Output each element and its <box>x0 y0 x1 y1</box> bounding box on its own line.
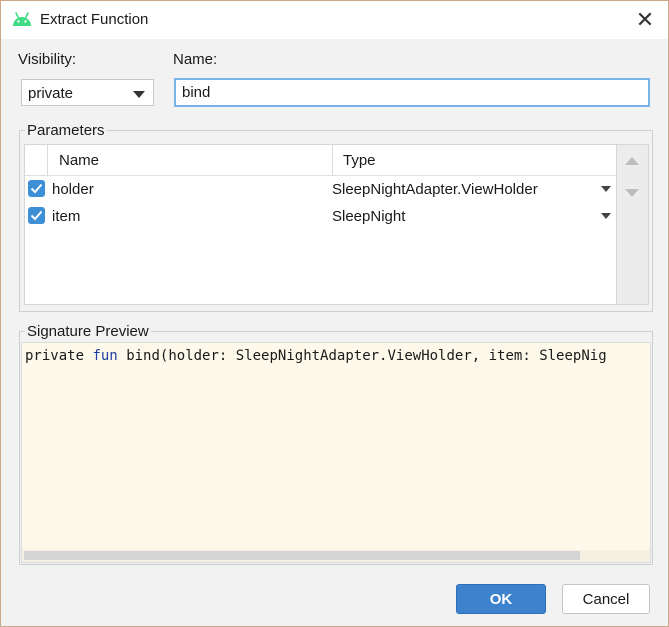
column-separator <box>332 145 333 175</box>
checkmark-icon <box>30 183 43 194</box>
visibility-value: private <box>28 85 74 102</box>
function-name-input[interactable] <box>174 78 650 107</box>
column-header-name[interactable]: Name <box>59 152 99 169</box>
parameter-type[interactable]: SleepNight <box>332 208 405 225</box>
cancel-button[interactable]: Cancel <box>562 584 650 614</box>
android-icon <box>13 12 31 26</box>
extract-function-dialog: Extract Function ✕ Visibility: Name: pri… <box>0 0 669 627</box>
dialog-title: Extract Function <box>40 11 149 28</box>
table-row[interactable]: holder SleepNightAdapter.ViewHolder <box>25 176 616 202</box>
keyword-private: private <box>25 348 85 364</box>
chevron-down-icon[interactable] <box>601 213 611 219</box>
close-button[interactable]: ✕ <box>622 1 668 39</box>
reorder-panel <box>617 144 649 305</box>
name-label: Name: <box>173 51 218 68</box>
checkmark-icon <box>30 210 43 221</box>
parameters-title: Parameters <box>25 122 107 139</box>
chevron-down-icon <box>133 91 145 98</box>
parameters-table[interactable]: Name Type holder SleepNightAdapter.ViewH… <box>24 144 617 305</box>
signature-code: private fun bind(holder: SleepNightAdapt… <box>25 348 607 364</box>
signature-text: bind(holder: SleepNightAdapter.ViewHolde… <box>126 348 607 364</box>
keyword-fun: fun <box>92 348 118 364</box>
table-row[interactable]: item SleepNight <box>25 203 616 229</box>
signature-preview[interactable]: private fun bind(holder: SleepNightAdapt… <box>21 342 651 563</box>
column-separator <box>47 145 48 175</box>
signature-title: Signature Preview <box>25 323 151 340</box>
parameter-name[interactable]: item <box>52 208 80 225</box>
move-up-icon[interactable] <box>625 157 639 165</box>
title-bar[interactable]: Extract Function ✕ <box>1 1 668 39</box>
scrollbar-thumb[interactable] <box>24 551 580 560</box>
table-header: Name Type <box>25 145 616 176</box>
ok-button[interactable]: OK <box>456 584 546 614</box>
horizontal-scrollbar[interactable] <box>22 550 650 562</box>
close-icon: ✕ <box>635 7 655 32</box>
parameter-name[interactable]: holder <box>52 181 94 198</box>
chevron-down-icon[interactable] <box>601 186 611 192</box>
parameter-checkbox[interactable] <box>28 180 45 197</box>
visibility-dropdown[interactable]: private <box>21 79 154 106</box>
parameter-type[interactable]: SleepNightAdapter.ViewHolder <box>332 181 538 198</box>
parameter-checkbox[interactable] <box>28 207 45 224</box>
visibility-label: Visibility: <box>18 51 77 68</box>
column-header-type[interactable]: Type <box>343 152 376 169</box>
move-down-icon[interactable] <box>625 189 639 197</box>
